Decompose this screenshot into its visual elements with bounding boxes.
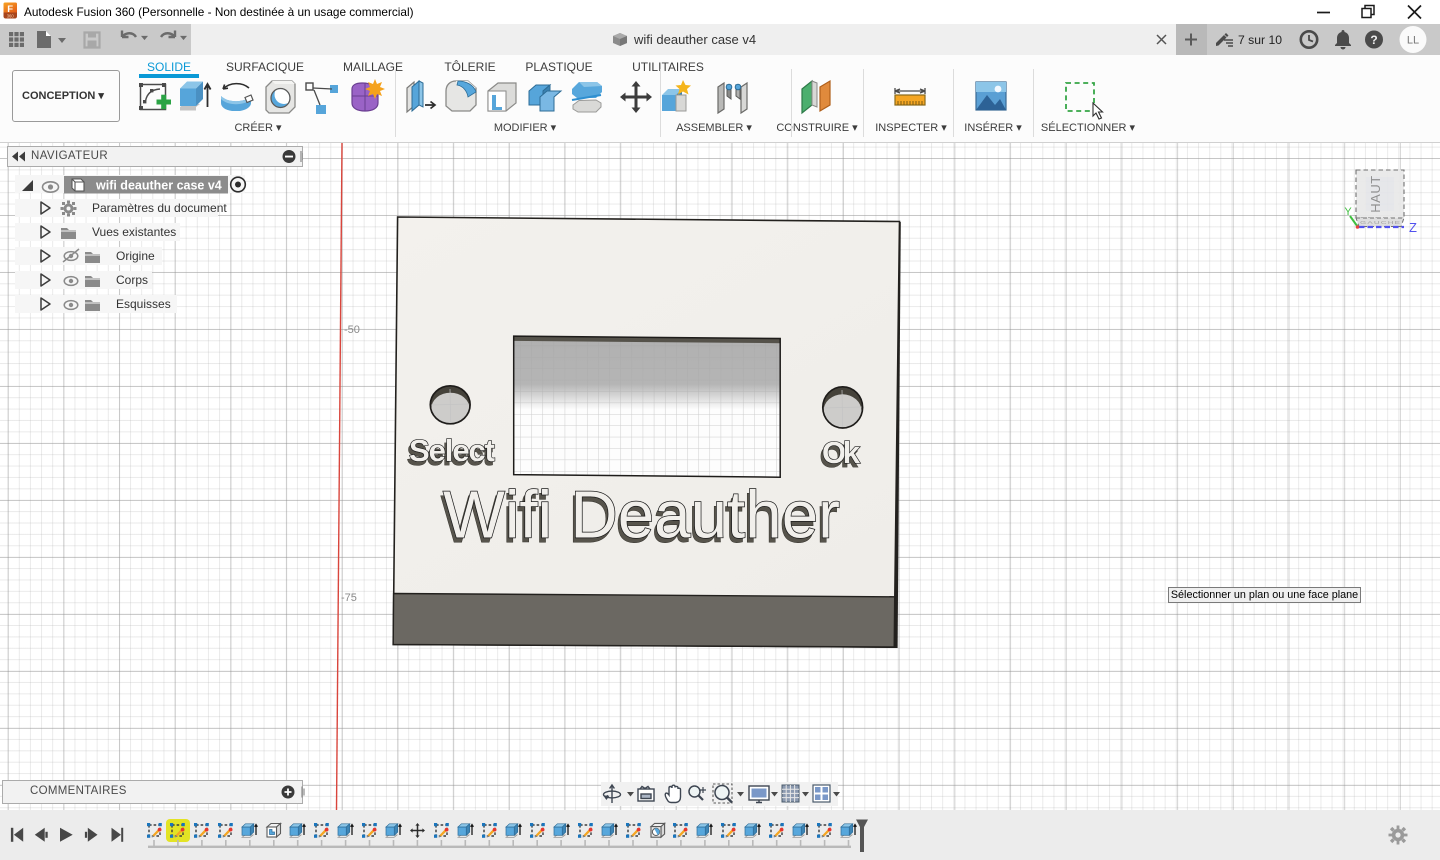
svg-text:Ok: Ok — [822, 435, 861, 470]
svg-text:Select: Select — [409, 433, 495, 468]
svg-text:HAUT: HAUT — [1368, 175, 1383, 212]
svg-text:GAUCHE: GAUCHE — [1360, 221, 1400, 226]
svg-text:LL: LL — [1407, 35, 1419, 47]
svg-text:360: 360 — [7, 14, 15, 19]
svg-text:?: ? — [1370, 33, 1377, 47]
svg-text:Y: Y — [1344, 206, 1352, 218]
svg-text:Wifi Deauther: Wifi Deauther — [443, 478, 840, 553]
svg-text:Z: Z — [1409, 220, 1417, 235]
svg-text:wifi deauther case v4: wifi deauther case v4 — [95, 179, 222, 193]
